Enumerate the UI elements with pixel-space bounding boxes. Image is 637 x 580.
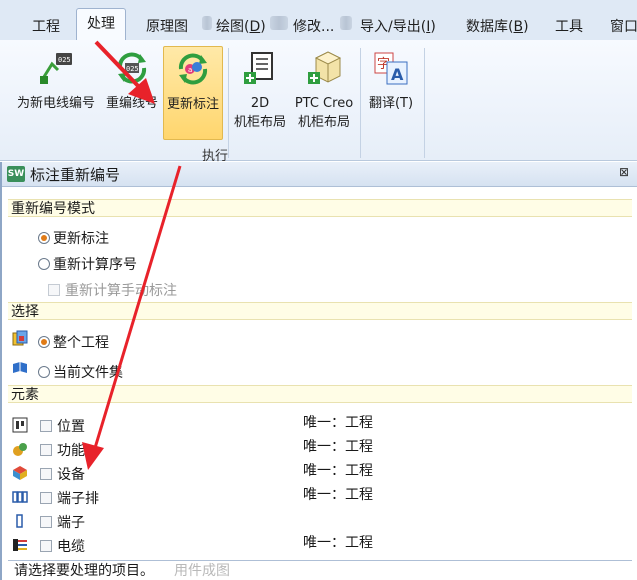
terminal-strip-icon <box>12 489 28 505</box>
checkbox-component[interactable]: 设备 <box>40 464 85 484</box>
cable-icon <box>12 537 28 553</box>
tab-import-export[interactable]: 导入/导出(I) <box>360 16 436 36</box>
checkbox-terminal-strip[interactable]: 端子排 <box>40 488 99 508</box>
translate-button[interactable]: 字 A 翻译(T) <box>364 44 418 113</box>
panel-title: 标注重新编号 <box>30 166 121 184</box>
checkbox[interactable] <box>40 492 52 504</box>
checkbox[interactable] <box>40 516 52 528</box>
section-elements: 元素 <box>8 385 632 403</box>
radio-current-book[interactable]: 当前文件集 <box>38 362 123 382</box>
ribbon-separator <box>424 48 425 158</box>
cabinet-2d-icon <box>242 50 278 86</box>
renumber-tags-panel: SW 标注重新编号 ⊠ 重新编号模式 更新标注 重新计算序号 重新计算手动标注 … <box>0 162 637 580</box>
unique-scope-function: 唯一：工程 <box>303 439 373 455</box>
svg-text:025: 025 <box>58 56 71 64</box>
blurred-region <box>340 16 352 30</box>
tab-project[interactable]: 工程 <box>32 16 60 36</box>
checkbox[interactable] <box>40 420 52 432</box>
tab-draw[interactable]: 绘图(D) <box>216 16 266 36</box>
ribbon-separator <box>360 48 361 158</box>
book-icon <box>12 360 28 376</box>
cabinet-layout-2d-button[interactable]: 2D 机柜布局 <box>231 44 289 132</box>
function-icon <box>12 441 28 457</box>
location-icon <box>12 417 28 433</box>
translate-icon: 字 A <box>373 50 409 86</box>
unique-scope-location: 唯一：工程 <box>303 415 373 431</box>
checkbox-terminal[interactable]: 端子 <box>40 512 85 532</box>
unique-scope-cable: 唯一：工程 <box>303 535 373 551</box>
close-icon[interactable]: ⊠ <box>619 165 629 179</box>
tab-modify[interactable]: 修改... <box>293 16 334 36</box>
renumber-wires-icon: 025 <box>114 50 150 86</box>
section-selection: 选择 <box>8 302 632 320</box>
ribbon-separator <box>228 48 229 158</box>
number-wires-icon: 025 <box>38 50 74 86</box>
checkbox-location[interactable]: 位置 <box>40 416 85 436</box>
checkbox[interactable] <box>40 468 52 480</box>
radio-button[interactable] <box>38 366 50 378</box>
checkbox[interactable] <box>40 540 52 552</box>
tab-schematic[interactable]: 原理图 <box>146 16 188 36</box>
tab-window[interactable]: 窗口 <box>610 16 637 36</box>
blurred-region <box>202 16 212 30</box>
update-tags-icon: a <box>175 51 211 87</box>
update-tags-button[interactable]: a 更新标注 <box>163 46 223 140</box>
panel-title-bar: SW 标注重新编号 ⊠ <box>2 162 637 187</box>
blurred-region <box>270 16 288 30</box>
tab-database[interactable]: 数据库(B) <box>466 16 529 36</box>
checkbox[interactable] <box>48 284 60 296</box>
checkbox[interactable] <box>40 444 52 456</box>
svg-text:A: A <box>391 65 404 84</box>
svg-text:a: a <box>188 66 192 74</box>
tab-process[interactable]: 处理 <box>76 8 126 40</box>
unique-scope-component: 唯一：工程 <box>303 463 373 479</box>
checkbox-function[interactable]: 功能 <box>40 440 85 460</box>
radio-button[interactable] <box>38 258 50 270</box>
number-new-wires-button[interactable]: 025 为新电线编号 <box>12 44 100 113</box>
project-icon <box>12 330 28 346</box>
radio-button[interactable] <box>38 232 50 244</box>
unique-scope-terminal-strip: 唯一：工程 <box>303 487 373 503</box>
radio-recalculate-numbers[interactable]: 重新计算序号 <box>38 254 137 274</box>
section-renumber-mode: 重新编号模式 <box>8 199 632 217</box>
checkbox-recalculate-manual-tags[interactable]: 重新计算手动标注 <box>48 280 177 300</box>
radio-whole-project[interactable]: 整个工程 <box>38 332 109 352</box>
terminal-icon <box>12 513 28 529</box>
tab-tools[interactable]: 工具 <box>555 16 583 36</box>
status-message: 请选择要处理的项目。 用件成图 <box>8 560 632 580</box>
ribbon-tab-bar: 工程 处理 原理图 绘图(D) 修改... 导入/导出(I) 数据库(B) 工具… <box>0 0 637 41</box>
cabinet-3d-icon <box>306 50 342 86</box>
ptc-creo-cabinet-layout-button[interactable]: PTC Creo 机柜布局 <box>292 44 356 132</box>
component-icon <box>12 465 28 481</box>
ribbon-panel: 025 为新电线编号 025 重编线号 a 更新标注 2D 机柜布局 PTC C… <box>0 40 637 164</box>
svg-text:025: 025 <box>126 65 139 73</box>
checkbox-cable[interactable]: 电缆 <box>40 536 85 556</box>
radio-button[interactable] <box>38 336 50 348</box>
solidworks-electrical-icon: SW <box>7 166 25 182</box>
renumber-wires-button[interactable]: 025 重编线号 <box>104 44 160 113</box>
radio-update-tags[interactable]: 更新标注 <box>38 228 109 248</box>
